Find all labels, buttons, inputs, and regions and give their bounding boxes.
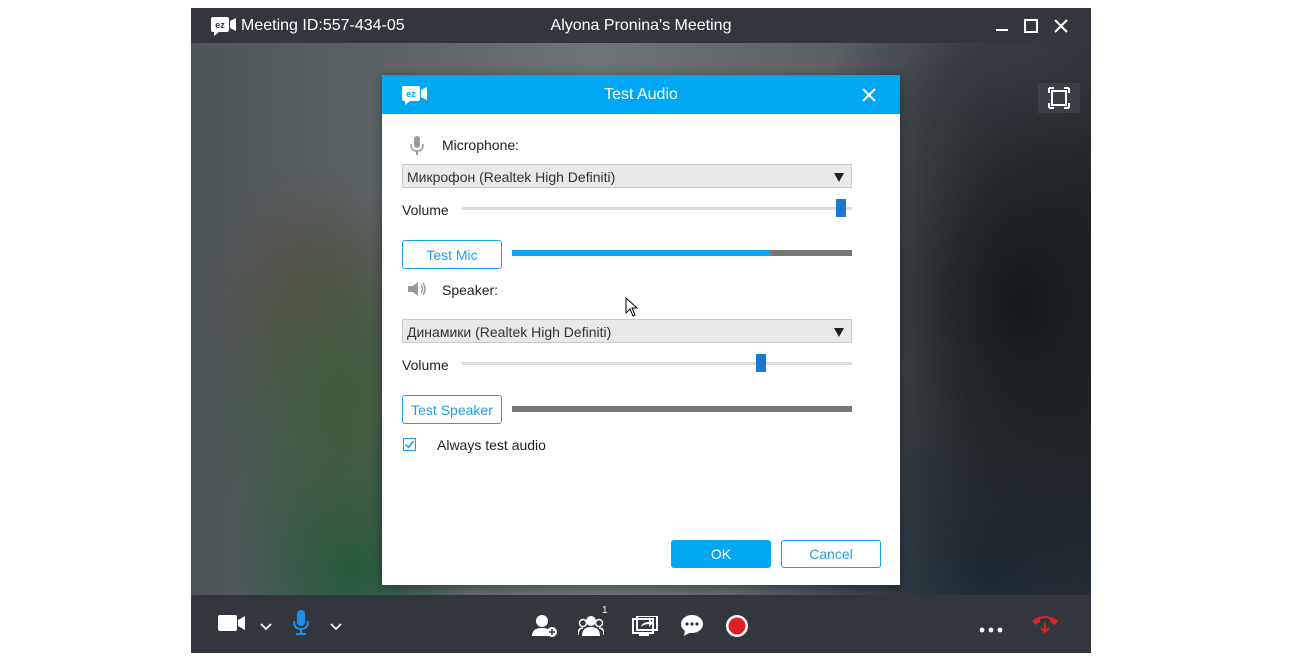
test-speaker-button[interactable]: Test Speaker [402,395,502,424]
microphone-label: Microphone: [442,137,520,153]
record-icon [726,615,748,637]
minimize-button[interactable] [992,16,1012,36]
speaker-label: Speaker: [442,282,499,298]
microphone-volume-thumb[interactable] [836,199,846,217]
microphone-icon [293,610,309,635]
dropdown-arrow-icon [834,328,844,337]
share-screen-icon [632,615,658,636]
dialog-close-button[interactable] [861,87,877,103]
microphone-button[interactable] [292,610,310,641]
speaker-select[interactable]: Динамики (Realtek High Definiti) [402,319,852,343]
always-test-audio-checkbox[interactable] [403,438,416,451]
invite-button[interactable] [532,614,558,643]
test-audio-dialog: ez Test Audio Microphone: Микрофон (Real… [382,75,900,585]
close-icon [862,88,876,102]
maximize-button[interactable] [1021,16,1041,36]
fullscreen-icon [1048,87,1070,109]
dialog-title: Test Audio [604,86,678,103]
microphone-options-button[interactable] [330,618,342,636]
microphone-level-fill [512,250,771,256]
microphone-volume-slider[interactable] [462,199,852,217]
ok-button[interactable]: OK [671,540,771,568]
close-window-button[interactable] [1051,16,1071,36]
participants-button[interactable] [577,615,605,642]
camera-icon [218,615,245,631]
dropdown-arrow-icon [834,173,844,182]
participants-icon [577,616,605,636]
cancel-button[interactable]: Cancel [781,540,881,568]
microphone-select[interactable]: Микрофон (Realtek High Definiti) [402,164,852,188]
speaker-level-meter [512,406,852,412]
speaker-select-value: Динамики (Realtek High Definiti) [407,324,612,340]
chevron-down-icon [260,623,272,631]
maximize-icon [1024,19,1038,33]
hang-up-button[interactable] [1031,613,1059,638]
microphone-select-value: Микрофон (Realtek High Definiti) [407,169,616,185]
chevron-down-icon [330,623,342,631]
microphone-icon [410,136,424,161]
checkmark-icon [404,440,415,449]
minimize-icon [996,29,1008,31]
chat-icon [681,615,703,636]
close-icon [1054,19,1068,33]
microphone-volume-label: Volume [402,202,449,218]
speaker-volume-slider[interactable] [462,354,852,372]
speaker-volume-label: Volume [402,357,449,373]
camera-options-button[interactable] [260,618,272,636]
window-title: Alyona Pronina's Meeting [550,17,732,34]
camera-button[interactable] [218,614,246,637]
always-test-audio-label: Always test audio [437,437,546,453]
mouse-cursor-icon [625,296,639,322]
share-screen-button[interactable] [632,615,658,641]
fullscreen-button[interactable] [1038,83,1080,113]
dialog-header: ez Test Audio [382,75,900,114]
participants-count-badge: 1 [602,605,608,616]
more-button[interactable] [979,620,1003,638]
speaker-icon [408,281,428,302]
hang-up-icon [1032,616,1058,634]
microphone-level-meter [512,250,852,256]
title-bar: ez Meeting ID:557-434-05 Alyona Pronina'… [191,8,1091,43]
add-user-icon [532,615,557,637]
test-mic-button[interactable]: Test Mic [402,240,502,269]
chat-button[interactable] [680,615,704,642]
speaker-volume-thumb[interactable] [756,354,767,372]
meeting-toolbar: 1 [191,595,1091,653]
more-icon [979,627,1003,633]
record-button[interactable] [725,614,749,643]
